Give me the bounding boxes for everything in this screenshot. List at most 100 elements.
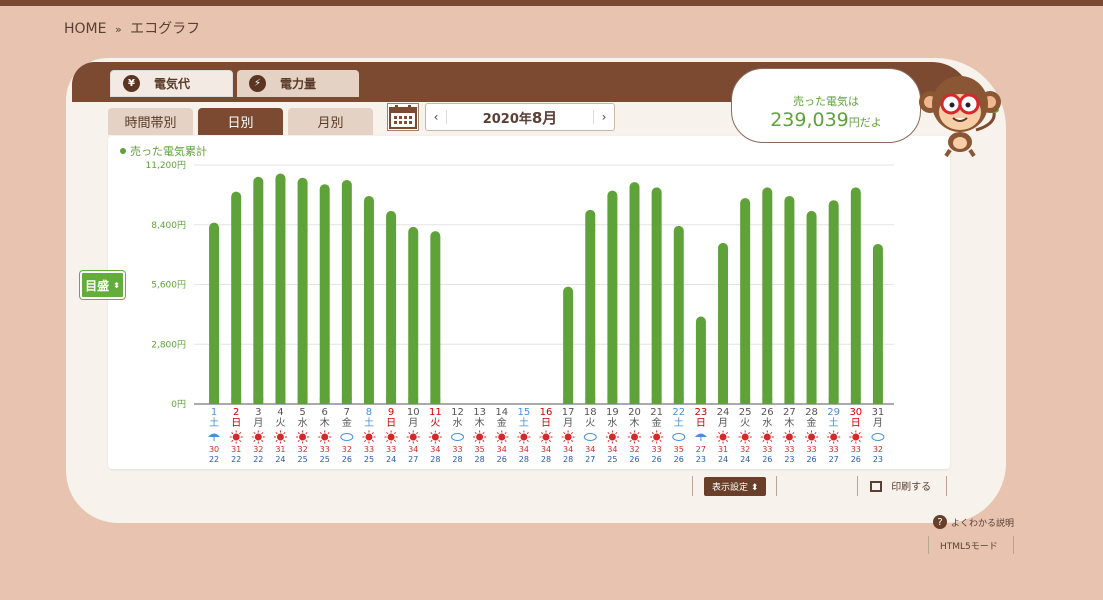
question-icon: ? xyxy=(933,515,947,529)
high-temp-label: 35 xyxy=(674,445,684,454)
weekday-label: 月 xyxy=(563,417,573,429)
bar-base xyxy=(275,398,286,404)
x-tick-label: 23 xyxy=(695,407,708,418)
tab-hourly[interactable]: 時間帯別 xyxy=(108,108,193,135)
low-temp-label: 23 xyxy=(784,455,794,464)
bar-base xyxy=(408,398,419,404)
breadcrumb-home[interactable]: HOME xyxy=(64,21,106,37)
low-temp-label: 28 xyxy=(452,455,462,464)
sun-ray xyxy=(364,432,367,435)
calendar-icon[interactable] xyxy=(387,103,419,131)
bar xyxy=(695,316,706,404)
bar-base xyxy=(850,398,861,404)
high-temp-label: 34 xyxy=(408,445,418,454)
weekday-label: 月 xyxy=(873,417,883,429)
sun-ray xyxy=(504,432,507,435)
sun-ray xyxy=(747,439,751,442)
sun-icon xyxy=(476,433,484,441)
sun-ray xyxy=(814,432,817,435)
weekday-label: 火 xyxy=(585,417,595,429)
display-settings-button[interactable]: 表示設定 ⬍ xyxy=(704,476,767,496)
low-temp-label: 22 xyxy=(231,455,241,464)
tab-electricity-amount[interactable]: ⚡ 電力量 xyxy=(237,70,359,97)
sun-icon xyxy=(631,433,639,441)
html5-mode-link[interactable]: HTML5モード xyxy=(940,539,998,552)
high-temp-label: 34 xyxy=(519,445,529,454)
tab-monthly[interactable]: 月別 xyxy=(288,108,373,135)
bar-base xyxy=(872,398,883,404)
high-temp-label: 33 xyxy=(452,445,462,454)
sun-icon xyxy=(365,433,373,441)
sun-ray xyxy=(305,439,308,442)
sun-ray xyxy=(526,432,529,435)
sun-ray xyxy=(725,439,728,442)
sun-ray xyxy=(438,439,441,442)
low-temp-label: 24 xyxy=(718,455,728,464)
weekday-label: 日 xyxy=(386,418,396,429)
x-tick-label: 6 xyxy=(322,407,328,418)
sun-ray xyxy=(239,439,242,442)
breadcrumb-current: エコグラフ xyxy=(130,21,201,37)
scale-button[interactable]: 目盛 ⬍ xyxy=(80,271,125,299)
sun-icon xyxy=(719,433,727,441)
bar-base xyxy=(297,398,308,404)
bar xyxy=(386,210,397,404)
weekday-label: 日 xyxy=(851,418,861,429)
sun-ray xyxy=(548,439,551,442)
sun-ray xyxy=(275,439,278,442)
bar-base xyxy=(363,398,374,404)
sun-icon xyxy=(830,433,838,441)
sun-icon xyxy=(299,433,307,441)
next-month-button[interactable]: › xyxy=(593,110,614,124)
sun-ray xyxy=(239,432,242,435)
sun-ray xyxy=(541,439,544,442)
help-link[interactable]: ? よくわかる説明 xyxy=(933,515,1014,529)
low-temp-label: 25 xyxy=(607,455,617,464)
sun-ray xyxy=(408,439,411,442)
bar-base xyxy=(784,398,795,404)
sun-icon xyxy=(564,433,572,441)
high-temp-label: 35 xyxy=(475,445,485,454)
bar xyxy=(363,195,374,404)
high-temp-label: 33 xyxy=(652,445,662,454)
bar-base xyxy=(629,398,640,404)
html5-mode-label: HTML5モード xyxy=(940,542,998,552)
cloud-icon xyxy=(672,433,686,441)
high-temp-label: 34 xyxy=(430,445,440,454)
tab-electricity-amount-label: 電力量 xyxy=(280,77,317,91)
low-temp-label: 24 xyxy=(275,455,285,464)
sun-ray xyxy=(430,432,433,435)
x-tick-label: 21 xyxy=(650,407,663,418)
bubble-value: 239,039 xyxy=(770,109,849,131)
low-temp-label: 26 xyxy=(629,455,639,464)
tab-daily[interactable]: 日別 xyxy=(198,108,283,135)
x-tick-label: 4 xyxy=(277,407,283,418)
sun-ray xyxy=(836,439,839,442)
bar-base xyxy=(430,398,441,404)
daily-bar-chart: 売った電気累計0円2,800円5,600円8,400円11,200円1土3022… xyxy=(120,144,894,464)
sun-ray xyxy=(629,439,632,442)
current-month: 2020年8月 xyxy=(447,107,593,128)
bar xyxy=(784,195,795,404)
sun-ray xyxy=(474,432,477,435)
prev-month-button[interactable]: ‹ xyxy=(426,110,447,124)
weekday-label: 水 xyxy=(298,417,308,429)
low-temp-label: 28 xyxy=(475,455,485,464)
sun-ray xyxy=(261,439,264,442)
sun-icon xyxy=(542,433,550,441)
weekday-label: 土 xyxy=(829,416,839,429)
weekday-label: 水 xyxy=(762,417,772,429)
x-tick-label: 28 xyxy=(805,407,818,418)
high-temp-label: 33 xyxy=(762,445,772,454)
weekday-label: 火 xyxy=(430,417,440,429)
tab-electricity-cost[interactable]: ¥ 電気代 xyxy=(110,70,233,97)
high-temp-label: 34 xyxy=(585,445,595,454)
print-button[interactable]: 印刷する xyxy=(870,478,931,493)
sun-ray xyxy=(504,439,507,442)
cloud-icon xyxy=(340,433,354,441)
high-temp-label: 33 xyxy=(386,445,396,454)
high-temp-label: 32 xyxy=(629,445,639,454)
sun-icon xyxy=(431,433,439,441)
low-temp-label: 22 xyxy=(253,455,263,464)
bar xyxy=(651,187,662,404)
